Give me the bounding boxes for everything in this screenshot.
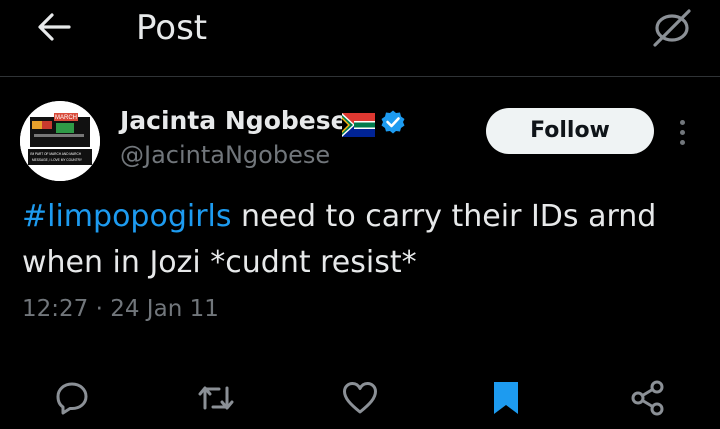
back-button[interactable] (34, 10, 74, 44)
tweet-time: 12:27 (22, 296, 89, 322)
avatar-logo-text: MARCH (55, 115, 77, 121)
author-handle[interactable]: @JacintaNgobese (120, 141, 330, 169)
like-button[interactable] (340, 378, 380, 418)
author-name[interactable]: Jacinta Ngobese (120, 106, 348, 135)
meta-separator: · (88, 296, 111, 322)
tweet-text: #limpopogirls need to carry their IDs ar… (22, 194, 712, 286)
bookmark-icon (494, 382, 518, 414)
reply-icon (56, 382, 88, 415)
verified-badge-icon (381, 110, 405, 134)
author-avatar[interactable]: MARCH I'M PART OF MARCH AND MARCH MESSAG… (20, 101, 100, 181)
share-icon (631, 380, 664, 416)
south-africa-flag-icon (342, 113, 375, 137)
bookmark-button[interactable] (486, 378, 526, 418)
tweet-timestamp[interactable]: 12:27 · 24 Jan 11 (22, 296, 219, 322)
avatar-tagline-1: I'M PART OF MARCH AND MARCH (30, 152, 82, 156)
follow-button[interactable]: Follow (486, 108, 654, 154)
page-title: Post (136, 8, 208, 48)
avatar-image: MARCH I'M PART OF MARCH AND MARCH MESSAG… (20, 101, 100, 181)
repost-button[interactable] (196, 378, 236, 418)
heart-icon (343, 382, 377, 414)
repost-icon (198, 386, 234, 410)
more-dot-icon (679, 119, 685, 125)
grok-icon (653, 9, 691, 47)
arrow-left-icon (38, 13, 71, 41)
top-bar: Post (0, 0, 720, 77)
share-button[interactable] (628, 378, 668, 418)
more-options-button[interactable] (672, 112, 692, 152)
reply-button[interactable] (52, 378, 92, 418)
tweet-date: 24 Jan 11 (110, 296, 219, 322)
avatar-tagline-2: MESSAGE, I LOVE MY COUNTRY (32, 158, 83, 162)
grok-button[interactable] (650, 8, 694, 48)
more-dot-icon (679, 139, 685, 145)
more-dot-icon (679, 129, 685, 135)
hashtag-link[interactable]: #limpopogirls (22, 199, 232, 234)
action-bar (0, 370, 720, 426)
